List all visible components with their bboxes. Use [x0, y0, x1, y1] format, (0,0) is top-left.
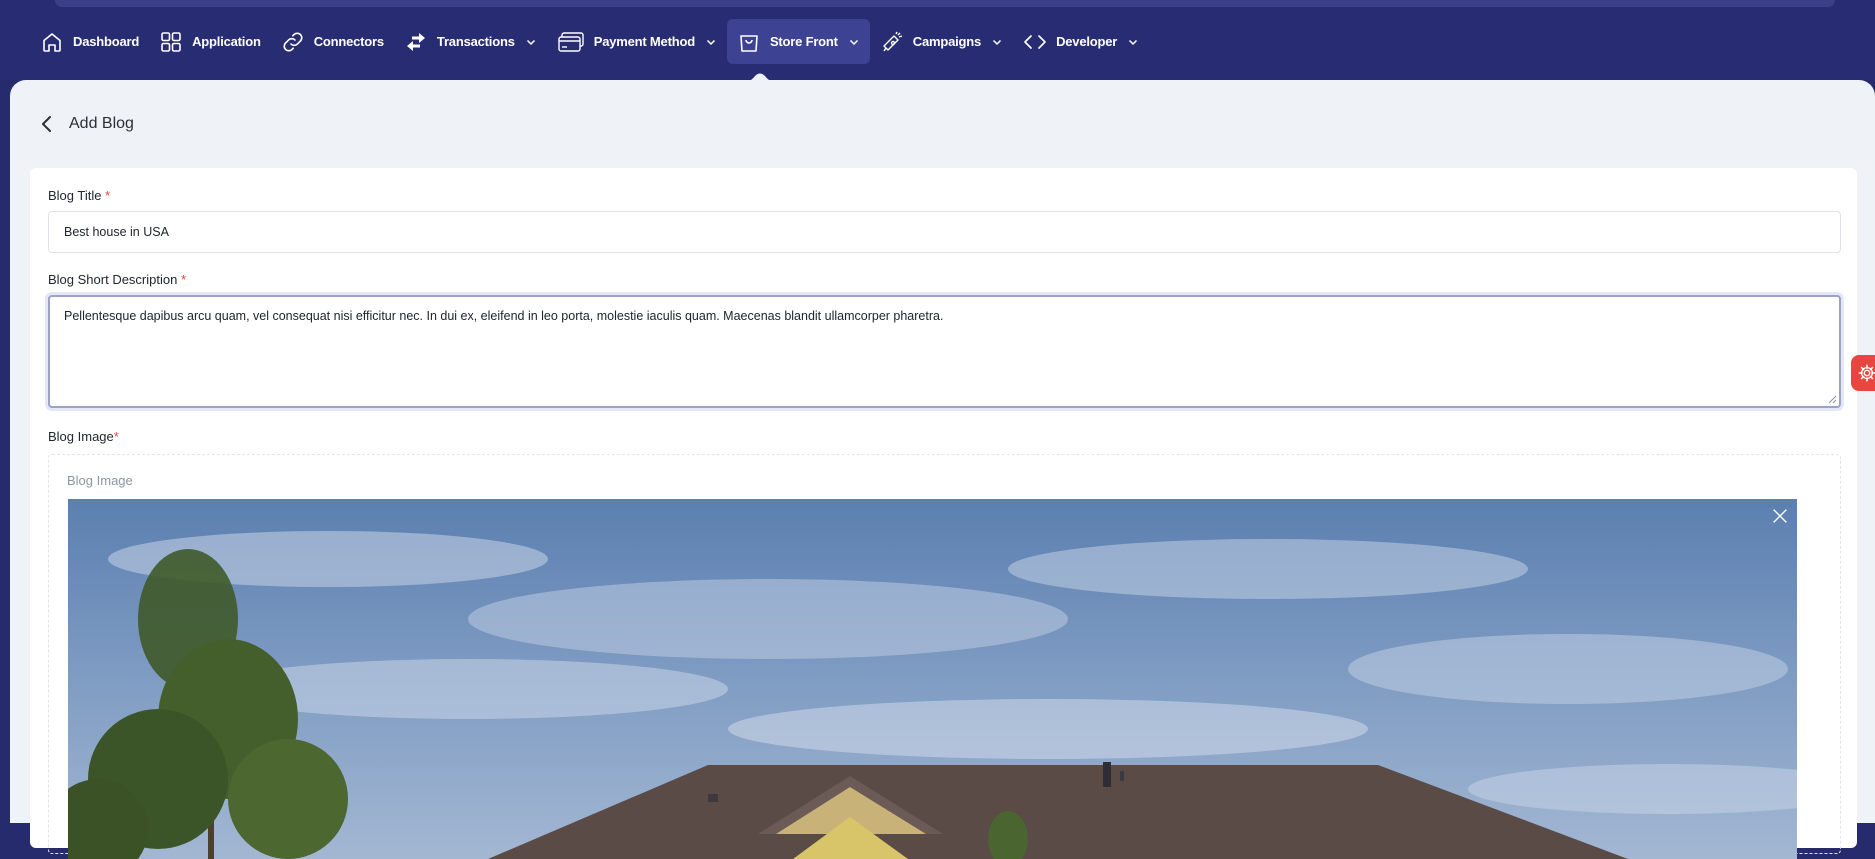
- top-navigation-bar: Dashboard Application Connectors Transac…: [0, 0, 1875, 80]
- blog-short-description-value: Pellentesque dapibus arcu quam, vel cons…: [64, 309, 944, 323]
- chevron-down-icon: [991, 36, 1003, 48]
- main-nav: Dashboard Application Connectors Transac…: [30, 19, 1149, 64]
- nav-label: Payment Method: [593, 34, 695, 49]
- back-arrow-icon[interactable]: [35, 112, 59, 136]
- house-photo: [68, 499, 1797, 859]
- resize-handle-icon[interactable]: [1827, 394, 1837, 404]
- nav-label: Connectors: [313, 34, 384, 49]
- blog-form-card: Blog Title * Blog Short Description * Pe…: [30, 168, 1857, 859]
- nav-item-store-front[interactable]: Store Front: [726, 19, 870, 64]
- chevron-down-icon: [848, 36, 860, 48]
- blog-image-preview: [68, 499, 1797, 859]
- blog-image-label: Blog Image*: [48, 429, 119, 444]
- blog-title-label-text: Blog Title: [48, 188, 102, 203]
- nav-item-connectors[interactable]: Connectors: [271, 19, 394, 64]
- shopping-bag-icon: [737, 30, 761, 54]
- credit-card-icon: [557, 30, 585, 54]
- swap-arrows-icon: [404, 30, 428, 54]
- dropzone-label: Blog Image: [67, 473, 133, 488]
- nav-item-campaigns[interactable]: Campaigns: [870, 19, 1013, 64]
- nav-item-transactions[interactable]: Transactions: [394, 19, 547, 64]
- remove-image-close-icon[interactable]: [1771, 507, 1789, 525]
- chevron-down-icon: [525, 36, 537, 48]
- nav-label: Application: [192, 34, 261, 49]
- blog-image-label-text: Blog Image: [48, 429, 114, 444]
- required-mark: *: [105, 188, 111, 203]
- blog-title-input[interactable]: [48, 211, 1841, 253]
- nav-label: Dashboard: [73, 34, 140, 49]
- home-icon: [40, 30, 64, 54]
- main-content: Add Blog Blog Title * Blog Short Descrip…: [10, 80, 1875, 859]
- nav-item-application[interactable]: Application: [149, 19, 271, 64]
- top-strip: [55, 0, 1835, 7]
- blog-title-label: Blog Title *: [48, 188, 110, 203]
- page-title: Add Blog: [69, 115, 134, 132]
- megaphone-icon: [880, 30, 904, 54]
- required-mark: *: [180, 272, 187, 287]
- nav-label: Transactions: [436, 34, 515, 49]
- required-mark: *: [113, 429, 119, 444]
- nav-item-developer[interactable]: Developer: [1013, 19, 1149, 64]
- settings-fab[interactable]: [1851, 355, 1875, 391]
- blog-short-description-label: Blog Short Description *: [48, 272, 186, 287]
- nav-item-dashboard[interactable]: Dashboard: [30, 19, 149, 64]
- nav-label: Campaigns: [912, 34, 982, 49]
- blog-short-description-textarea[interactable]: Pellentesque dapibus arcu quam, vel cons…: [48, 295, 1841, 408]
- blog-short-description-label-text: Blog Short Description: [48, 272, 178, 287]
- code-icon: [1023, 30, 1047, 54]
- page-header: Add Blog: [35, 112, 134, 136]
- gear-icon: [1858, 364, 1875, 382]
- chevron-down-icon: [705, 36, 717, 48]
- nav-label: Store Front: [769, 34, 838, 49]
- blog-image-dropzone[interactable]: Blog Image: [48, 454, 1841, 859]
- nav-item-payment-method[interactable]: Payment Method: [547, 19, 727, 64]
- grid-icon: [159, 30, 183, 54]
- active-tab-notch: [740, 73, 780, 83]
- chevron-down-icon: [1127, 36, 1139, 48]
- nav-label: Developer: [1056, 34, 1118, 49]
- link-icon: [281, 30, 305, 54]
